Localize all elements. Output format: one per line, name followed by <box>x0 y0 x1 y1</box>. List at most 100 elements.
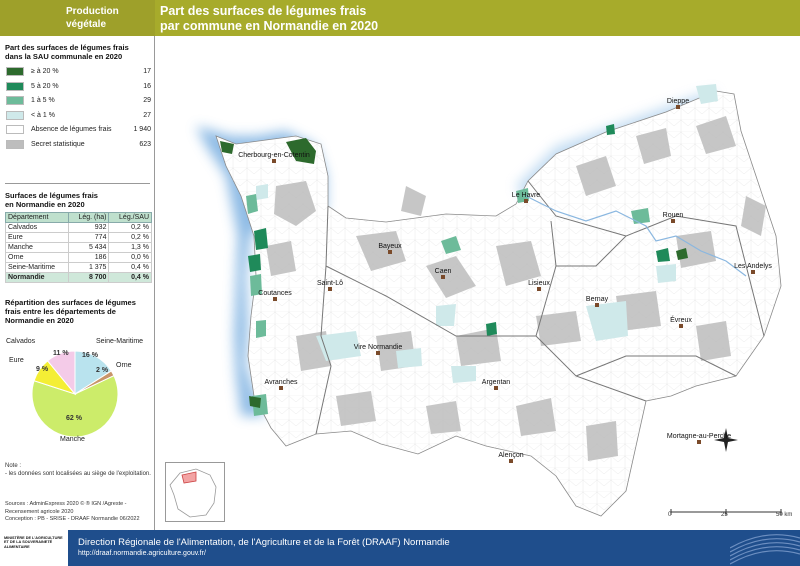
town-marker <box>273 297 277 301</box>
pie-category-label: Orne <box>116 362 132 369</box>
town-label: Lisieux <box>528 280 550 287</box>
ministry-logo-text: MINISTÈRE DE L'AGRICULTURE ET DE LA SOUV… <box>4 536 63 549</box>
sources-line: Conception : PB - SRISE - DRAAF Normandi… <box>5 516 140 522</box>
theme-label: Production végétale <box>66 6 119 30</box>
legend-label: Absence de légumes frais <box>31 126 112 133</box>
town-marker <box>279 386 283 390</box>
town-marker <box>751 270 755 274</box>
locator-inset-map <box>165 462 225 522</box>
pie-value-label: 16 % <box>82 352 98 359</box>
legend-swatch <box>6 110 24 120</box>
table-header-row: Département Lég. (ha) Lég./SAU <box>4 212 152 223</box>
town-label: Bayeux <box>378 243 402 250</box>
town-label: Alençon <box>498 452 524 459</box>
table-title-line1: Surfaces de légumes frais <box>5 191 98 200</box>
table-title: Surfaces de légumes frais en Normandie e… <box>5 191 98 209</box>
town-label: Évreux <box>670 317 692 324</box>
page-title: Part des surfaces de légumes frais par c… <box>160 4 378 34</box>
pie-category-label: Manche <box>60 436 85 443</box>
legend-item: ≥ à 20 % 17 <box>6 67 151 77</box>
pie-title-line3: Normandie en 2020 <box>5 316 74 325</box>
footer-url-link[interactable]: http://draaf.normandie.agriculture.gouv.… <box>78 550 206 557</box>
scale-label-0: 0 <box>668 512 672 518</box>
table-cell: 1,3 % <box>108 242 152 253</box>
table-cell: 0,0 % <box>108 252 152 263</box>
legend-count: 29 <box>143 97 151 104</box>
divider <box>5 183 150 184</box>
table-cell: 0,4 % <box>108 272 152 283</box>
town-label: Vire Normandie <box>353 344 403 351</box>
surfaces-table: Département Lég. (ha) Lég./SAU Calvados 9… <box>4 212 152 283</box>
legend-swatch <box>6 125 24 134</box>
town-marker <box>272 159 276 163</box>
town-marker <box>509 459 513 463</box>
legend-count: 16 <box>143 82 151 90</box>
sources: Sources : AdminExpress 2020 © ® IGN /Agr… <box>5 501 153 524</box>
map-area[interactable]: Cherbourg-en-Cotentin Dieppe Le Havre Rouen… <box>156 36 800 530</box>
sources-line: Recensement agricole 2020 <box>5 508 74 515</box>
legend-count: 17 <box>143 68 151 75</box>
pie-chart: Calvados Seine-Maritime Eure Orne Manche… <box>0 336 155 456</box>
table-row: Calvados 932 0,2 % <box>4 222 152 233</box>
town-marker <box>494 386 498 390</box>
table-row: Normandie 8 700 0,4 % <box>4 272 152 283</box>
town-marker <box>676 105 680 109</box>
scale-label-25: 25 <box>721 512 728 518</box>
legend-label: ≥ à 20 % <box>31 68 59 75</box>
page-title-line2: par commune en Normandie en 2020 <box>160 19 379 33</box>
table-cell: 8 700 <box>68 272 110 283</box>
legend-swatch <box>6 81 24 91</box>
legend-count: 1 940 <box>133 126 151 133</box>
town-marker <box>376 351 380 355</box>
north-arrow <box>714 428 738 452</box>
table-cell: Calvados <box>4 222 70 233</box>
pie-title-line2: frais entre les départements de <box>5 307 116 316</box>
legend-item: Secret statistique 623 <box>6 139 151 150</box>
table-cell: 1 375 <box>68 262 110 273</box>
table-cell: 774 <box>68 232 110 243</box>
pie-title: Répartition des surfaces de légumes frai… <box>5 298 136 325</box>
town-marker <box>595 303 599 307</box>
ministry-logo: MINISTÈRE DE L'AGRICULTURE ET DE LA SOUV… <box>0 530 68 566</box>
pie-value-label: 2 % <box>96 367 109 374</box>
table-cell: 0,4 % <box>108 262 152 273</box>
town-label: Avranches <box>264 379 298 386</box>
legend-swatch <box>6 139 24 149</box>
note-text: - les données sont localisées au siège d… <box>5 471 151 477</box>
side-panel: Part des surfaces de légumes frais dans … <box>0 36 155 530</box>
page-title-line1: Part des surfaces de légumes frais <box>160 4 367 18</box>
pie-category-label: Eure <box>9 357 24 364</box>
table-row: Eure 774 0,2 % <box>4 232 152 243</box>
note: Note : - les données sont localisées au … <box>5 462 151 478</box>
legend-title-line1: Part des surfaces de légumes frais <box>5 43 129 52</box>
legend-title: Part des surfaces de légumes frais dans … <box>5 43 129 61</box>
table-row: Seine-Maritime 1 375 0,4 % <box>4 262 152 273</box>
town-label: Dieppe <box>666 98 690 105</box>
table-header-cell: Département <box>4 212 70 223</box>
scale-label-50: 50 km <box>776 512 793 518</box>
legend-label: < à 1 % <box>31 111 55 119</box>
town-marker <box>328 287 332 291</box>
town-marker <box>537 287 541 291</box>
town-label: Mortagne-au-Perche <box>666 433 732 440</box>
wave-decoration <box>730 534 800 565</box>
normandy-map <box>156 36 800 530</box>
table-cell: 0,2 % <box>108 232 152 243</box>
town-label: Le Havre <box>511 192 541 199</box>
town-label: Coutances <box>258 290 292 297</box>
legend-label: 5 à 20 % <box>31 82 59 90</box>
town-marker <box>679 324 683 328</box>
legend-count: 27 <box>143 111 151 119</box>
town-label: Argentan <box>481 379 511 386</box>
table-row: Manche 5 434 1,3 % <box>4 242 152 253</box>
table-cell: Normandie <box>4 272 70 283</box>
france-outline <box>169 468 217 518</box>
table-cell: 5 434 <box>68 242 110 253</box>
town-label: Cherbourg-en-Cotentin <box>238 152 310 159</box>
sources-line: Sources : AdminExpress 2020 © ® IGN /Agr… <box>5 501 127 507</box>
town-marker <box>388 250 392 254</box>
pie-value-label: 9 % <box>36 366 49 373</box>
town-marker <box>697 440 701 444</box>
legend-label: Secret statistique <box>31 140 85 148</box>
table-header-cell: Lég./SAU <box>108 212 152 223</box>
